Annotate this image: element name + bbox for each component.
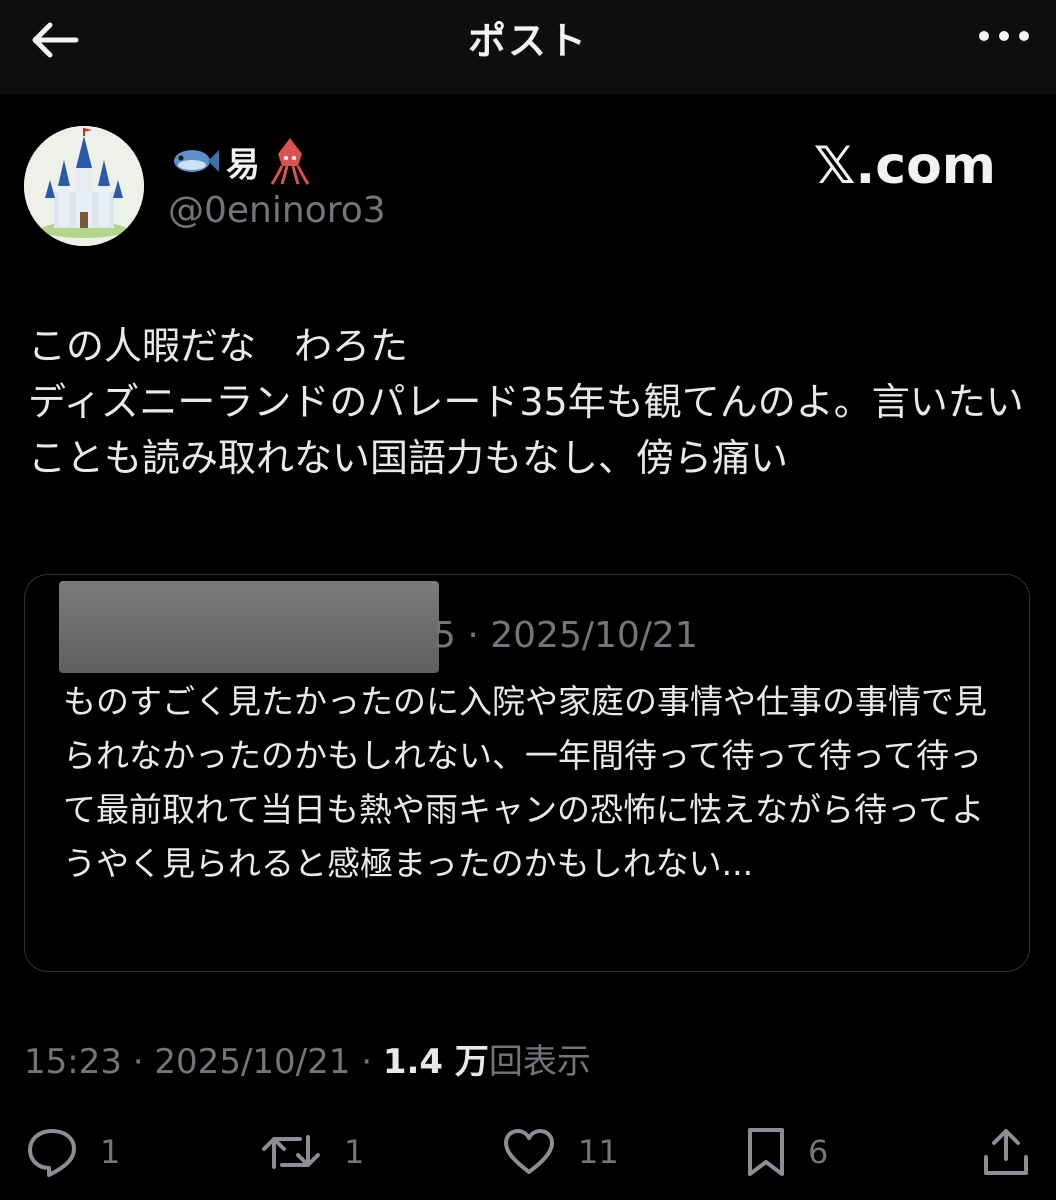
like-icon	[504, 1129, 554, 1174]
redacted-author	[59, 581, 439, 673]
author-handle[interactable]: @0eninoro3	[168, 190, 386, 231]
share-icon	[984, 1129, 1028, 1175]
like-button[interactable]: 11	[502, 1126, 619, 1178]
views-label: 回表示	[488, 1042, 591, 1082]
squid-emoji-icon	[270, 138, 310, 185]
bookmark-icon	[748, 1128, 784, 1176]
reply-count: 1	[100, 1133, 121, 1171]
separator: ·	[361, 1042, 383, 1082]
bookmark-button[interactable]: 6	[746, 1126, 828, 1178]
fish-emoji-icon	[174, 150, 219, 172]
post-meta: 15:23 · 2025/10/21 · 1.4 万回表示	[24, 1034, 591, 1083]
post-date: 2025/10/21	[154, 1042, 351, 1082]
more-icon	[979, 31, 1029, 41]
page-title: ポスト	[467, 19, 588, 63]
quoted-post-text: ものすごく見たかったのに入院や家庭の事情や仕事の事情で見られなかったのかもしれな…	[63, 682, 987, 883]
quoted-post-meta: 5 · 2025/10/21	[433, 615, 698, 656]
share-button[interactable]	[982, 1126, 1030, 1178]
post-time: 15:23	[24, 1042, 122, 1082]
avatar[interactable]	[24, 126, 144, 246]
reply-icon	[28, 1129, 76, 1177]
reply-button[interactable]: 1	[26, 1126, 120, 1178]
repost-icon	[262, 1135, 320, 1169]
separator: ·	[132, 1042, 155, 1082]
repost-button[interactable]: 1	[260, 1126, 364, 1178]
author-name: 易	[226, 144, 260, 185]
castle-avatar-icon	[24, 126, 144, 246]
post-text: この人暇だな わろた ディズニーランドのパレード35年も観てんのよ。言いたいこと…	[28, 324, 1024, 480]
like-count: 11	[578, 1133, 619, 1171]
brand-watermark: 𝕏.com	[813, 136, 996, 196]
more-button[interactable]	[974, 24, 1034, 48]
top-bar: ポスト	[0, 0, 1056, 94]
quoted-post[interactable]: 5 · 2025/10/21 ものすごく見たかったのに入院や家庭の事情や仕事の事…	[24, 574, 1030, 972]
views-count: 1.4 万	[382, 1042, 489, 1082]
repost-count: 1	[344, 1133, 365, 1171]
author-name-row[interactable]: 易	[170, 134, 314, 188]
bookmark-count: 6	[808, 1133, 829, 1171]
